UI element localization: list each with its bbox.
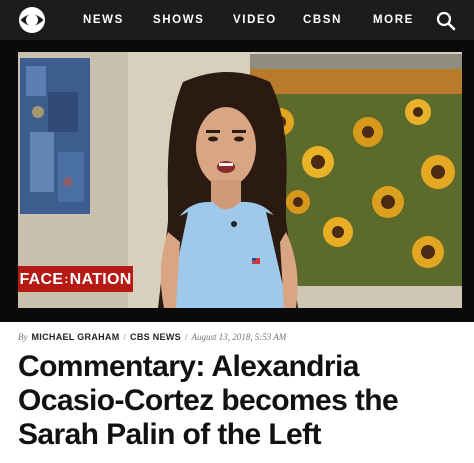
top-nav-bar: NEWS SHOWS VIDEO CBSN MORE xyxy=(0,0,474,40)
author-link[interactable]: MICHAEL GRAHAM xyxy=(32,332,120,342)
publish-date: August 13, 2018, 5:53 AM xyxy=(191,332,287,342)
article-headline: Commentary: Alexandria Ocasio-Cortez bec… xyxy=(18,350,399,451)
nav-item-shows[interactable]: SHOWS xyxy=(153,12,204,28)
watermark-separator: : xyxy=(64,272,69,286)
face-the-nation-watermark: FACE:NATION xyxy=(18,266,133,292)
article-byline: By MICHAEL GRAHAM / CBS NEWS / August 13, 201… xyxy=(18,330,286,344)
byline-separator: / xyxy=(123,332,127,342)
source-link[interactable]: CBS NEWS xyxy=(130,332,181,342)
byline-separator: / xyxy=(184,332,188,342)
search-icon[interactable] xyxy=(436,11,456,31)
nav-item-news[interactable]: NEWS xyxy=(83,12,124,28)
nav-item-more[interactable]: MORE xyxy=(373,12,414,28)
watermark-word-face: FACE xyxy=(19,271,64,288)
nav-item-cbsn[interactable]: CBSN xyxy=(303,12,342,28)
watermark-word-nation: NATION xyxy=(69,271,132,288)
byline-by: By xyxy=(18,332,28,342)
nav-item-video[interactable]: VIDEO xyxy=(233,12,277,28)
cbs-eye-logo[interactable] xyxy=(18,6,46,34)
